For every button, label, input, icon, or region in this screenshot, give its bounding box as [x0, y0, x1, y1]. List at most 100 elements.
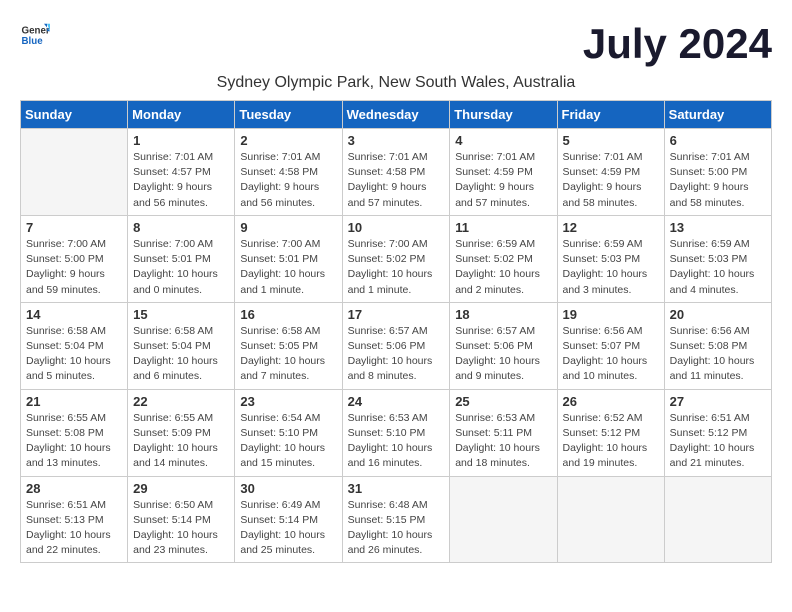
- calendar-cell: 31 Sunrise: 6:48 AMSunset: 5:15 PMDayligh…: [342, 476, 450, 563]
- calendar-cell: 15Sunrise: 6:58 AMSunset: 5:04 PMDayligh…: [128, 302, 235, 389]
- day-number: 12: [563, 220, 659, 235]
- day-info: Sunrise: 6:56 AMSunset: 5:07 PMDaylight:…: [563, 324, 659, 385]
- calendar-cell: 1 Sunrise: 7:01 AMSunset: 4:57 PMDaylight…: [128, 129, 235, 216]
- calendar-cell: 14 Sunrise: 6:58 AMSunset: 5:04 PMDayligh…: [21, 302, 128, 389]
- day-number: 14: [26, 307, 122, 322]
- calendar-cell: 19 Sunrise: 6:56 AMSunset: 5:07 PMDayligh…: [557, 302, 664, 389]
- calendar-cell: 21Sunrise: 6:55 AMSunset: 5:08 PMDayligh…: [21, 389, 128, 476]
- week-row-3: 21Sunrise: 6:55 AMSunset: 5:08 PMDayligh…: [21, 389, 772, 476]
- day-info: Sunrise: 7:01 AMSunset: 5:00 PMDaylight:…: [670, 150, 766, 211]
- day-number: 18: [455, 307, 551, 322]
- calendar-cell: [450, 476, 557, 563]
- day-number: 1: [133, 133, 229, 148]
- calendar-cell: 22Sunrise: 6:55 AMSunset: 5:09 PMDayligh…: [128, 389, 235, 476]
- calendar-cell: 17 Sunrise: 6:57 AMSunset: 5:06 PMDayligh…: [342, 302, 450, 389]
- day-info: Sunrise: 6:51 AMSunset: 5:12 PMDaylight:…: [670, 411, 766, 472]
- day-info: Sunrise: 6:59 AMSunset: 5:03 PMDaylight:…: [563, 237, 659, 298]
- day-info: Sunrise: 6:57 AMSunset: 5:06 PMDaylight:…: [348, 324, 445, 385]
- day-info: Sunrise: 7:01 AMSunset: 4:59 PMDaylight:…: [563, 150, 659, 211]
- day-number: 11: [455, 220, 551, 235]
- calendar-cell: 23Sunrise: 6:54 AMSunset: 5:10 PMDayligh…: [235, 389, 342, 476]
- logo-icon: General Blue: [20, 20, 50, 50]
- calendar-cell: 27Sunrise: 6:51 AMSunset: 5:12 PMDayligh…: [664, 389, 771, 476]
- calendar-cell: 2 Sunrise: 7:01 AMSunset: 4:58 PMDaylight…: [235, 129, 342, 216]
- day-info: Sunrise: 7:01 AMSunset: 4:58 PMDaylight:…: [240, 150, 336, 211]
- month-title: July 2024: [583, 20, 772, 68]
- calendar-cell: 11Sunrise: 6:59 AMSunset: 5:02 PMDayligh…: [450, 215, 557, 302]
- day-number: 24: [348, 394, 445, 409]
- day-info: Sunrise: 6:53 AMSunset: 5:11 PMDaylight:…: [455, 411, 551, 472]
- day-info: Sunrise: 6:58 AMSunset: 5:05 PMDaylight:…: [240, 324, 336, 385]
- day-info: Sunrise: 7:00 AMSunset: 5:00 PMDaylight:…: [26, 237, 122, 298]
- day-number: 3: [348, 133, 445, 148]
- calendar-cell: 28 Sunrise: 6:51 AMSunset: 5:13 PMDayligh…: [21, 476, 128, 563]
- svg-text:General: General: [22, 26, 51, 37]
- day-number: 22: [133, 394, 229, 409]
- day-info: Sunrise: 6:48 AMSunset: 5:15 PMDaylight:…: [348, 498, 445, 559]
- day-number: 21: [26, 394, 122, 409]
- week-row-0: 1 Sunrise: 7:01 AMSunset: 4:57 PMDaylight…: [21, 129, 772, 216]
- header-wednesday: Wednesday: [342, 101, 450, 129]
- calendar-cell: 9Sunrise: 7:00 AMSunset: 5:01 PMDaylight…: [235, 215, 342, 302]
- day-info: Sunrise: 6:59 AMSunset: 5:03 PMDaylight:…: [670, 237, 766, 298]
- calendar-cell: [21, 129, 128, 216]
- week-row-1: 7 Sunrise: 7:00 AMSunset: 5:00 PMDaylight…: [21, 215, 772, 302]
- calendar-cell: 12 Sunrise: 6:59 AMSunset: 5:03 PMDayligh…: [557, 215, 664, 302]
- calendar-cell: 10Sunrise: 7:00 AMSunset: 5:02 PMDayligh…: [342, 215, 450, 302]
- day-info: Sunrise: 6:58 AMSunset: 5:04 PMDaylight:…: [133, 324, 229, 385]
- day-number: 7: [26, 220, 122, 235]
- calendar-cell: 5Sunrise: 7:01 AMSunset: 4:59 PMDaylight…: [557, 129, 664, 216]
- week-row-4: 28 Sunrise: 6:51 AMSunset: 5:13 PMDayligh…: [21, 476, 772, 563]
- header-monday: Monday: [128, 101, 235, 129]
- day-number: 28: [26, 481, 122, 496]
- logo: General Blue: [20, 20, 50, 50]
- day-number: 26: [563, 394, 659, 409]
- day-info: Sunrise: 6:58 AMSunset: 5:04 PMDaylight:…: [26, 324, 122, 385]
- day-number: 13: [670, 220, 766, 235]
- day-info: Sunrise: 6:52 AMSunset: 5:12 PMDaylight:…: [563, 411, 659, 472]
- calendar-cell: 3Sunrise: 7:01 AMSunset: 4:58 PMDaylight…: [342, 129, 450, 216]
- day-info: Sunrise: 7:01 AMSunset: 4:57 PMDaylight:…: [133, 150, 229, 211]
- day-info: Sunrise: 6:51 AMSunset: 5:13 PMDaylight:…: [26, 498, 122, 559]
- day-number: 17: [348, 307, 445, 322]
- calendar-table: SundayMondayTuesdayWednesdayThursdayFrid…: [20, 100, 772, 563]
- day-info: Sunrise: 7:01 AMSunset: 4:59 PMDaylight:…: [455, 150, 551, 211]
- day-info: Sunrise: 6:54 AMSunset: 5:10 PMDaylight:…: [240, 411, 336, 472]
- day-number: 9: [240, 220, 336, 235]
- calendar-cell: 4 Sunrise: 7:01 AMSunset: 4:59 PMDaylight…: [450, 129, 557, 216]
- svg-text:Blue: Blue: [22, 36, 44, 47]
- calendar-cell: 29 Sunrise: 6:50 AMSunset: 5:14 PMDayligh…: [128, 476, 235, 563]
- calendar-cell: [557, 476, 664, 563]
- day-number: 16: [240, 307, 336, 322]
- header-friday: Friday: [557, 101, 664, 129]
- calendar-cell: 25 Sunrise: 6:53 AMSunset: 5:11 PMDayligh…: [450, 389, 557, 476]
- day-number: 29: [133, 481, 229, 496]
- day-info: Sunrise: 6:56 AMSunset: 5:08 PMDaylight:…: [670, 324, 766, 385]
- calendar-cell: 7 Sunrise: 7:00 AMSunset: 5:00 PMDaylight…: [21, 215, 128, 302]
- day-info: Sunrise: 6:49 AMSunset: 5:14 PMDaylight:…: [240, 498, 336, 559]
- calendar-cell: 13 Sunrise: 6:59 AMSunset: 5:03 PMDayligh…: [664, 215, 771, 302]
- calendar-cell: 26 Sunrise: 6:52 AMSunset: 5:12 PMDayligh…: [557, 389, 664, 476]
- header-thursday: Thursday: [450, 101, 557, 129]
- header-saturday: Saturday: [664, 101, 771, 129]
- day-number: 30: [240, 481, 336, 496]
- header-tuesday: Tuesday: [235, 101, 342, 129]
- day-number: 2: [240, 133, 336, 148]
- day-number: 25: [455, 394, 551, 409]
- day-number: 4: [455, 133, 551, 148]
- day-info: Sunrise: 7:00 AMSunset: 5:01 PMDaylight:…: [133, 237, 229, 298]
- day-number: 31: [348, 481, 445, 496]
- calendar-cell: 6Sunrise: 7:01 AMSunset: 5:00 PMDaylight…: [664, 129, 771, 216]
- calendar-cell: 8Sunrise: 7:00 AMSunset: 5:01 PMDaylight…: [128, 215, 235, 302]
- calendar-cell: 18 Sunrise: 6:57 AMSunset: 5:06 PMDayligh…: [450, 302, 557, 389]
- page-header: General Blue July 2024: [20, 20, 772, 68]
- header-row: SundayMondayTuesdayWednesdayThursdayFrid…: [21, 101, 772, 129]
- day-number: 19: [563, 307, 659, 322]
- day-info: Sunrise: 6:50 AMSunset: 5:14 PMDaylight:…: [133, 498, 229, 559]
- header-sunday: Sunday: [21, 101, 128, 129]
- week-row-2: 14 Sunrise: 6:58 AMSunset: 5:04 PMDayligh…: [21, 302, 772, 389]
- day-info: Sunrise: 7:00 AMSunset: 5:02 PMDaylight:…: [348, 237, 445, 298]
- day-info: Sunrise: 6:57 AMSunset: 5:06 PMDaylight:…: [455, 324, 551, 385]
- calendar-cell: 30 Sunrise: 6:49 AMSunset: 5:14 PMDayligh…: [235, 476, 342, 563]
- day-info: Sunrise: 6:53 AMSunset: 5:10 PMDaylight:…: [348, 411, 445, 472]
